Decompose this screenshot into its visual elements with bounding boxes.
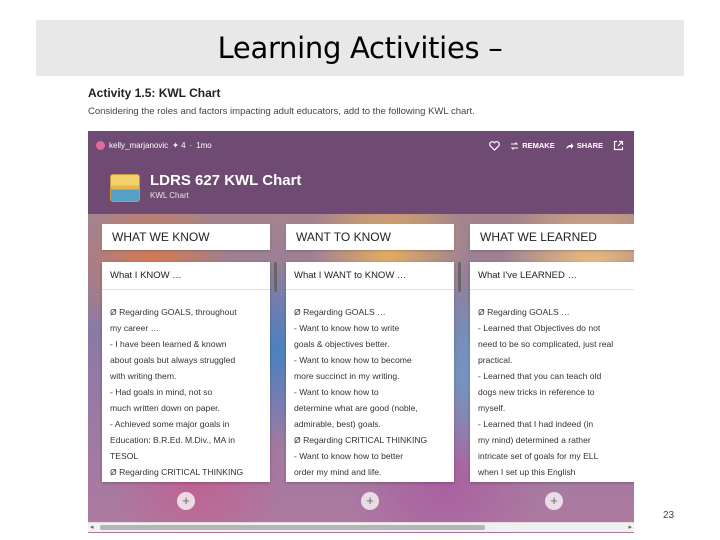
card-title: What I KNOW … — [110, 270, 182, 281]
author-name[interactable]: kelly_marjanovic — [109, 141, 168, 150]
card-line: about goals but always struggled — [110, 355, 236, 365]
board-meta: kelly_marjanovic ✦ 4 · 1mo — [96, 141, 212, 150]
meta-separator: · — [189, 141, 193, 150]
heart-icon[interactable] — [489, 140, 501, 151]
post-card-learned[interactable]: What I've LEARNED … Ø Regarding GOALS … … — [470, 262, 634, 482]
card-line: my career … — [110, 323, 160, 333]
remake-button[interactable]: REMAKE — [510, 141, 555, 150]
card-line: Ø Regarding GOALS … — [478, 307, 570, 317]
card-line: - Learned that Objectives do not — [478, 323, 601, 333]
card-line: myself. — [478, 403, 506, 413]
post-age: 1mo — [196, 141, 212, 150]
post-card-want[interactable]: What I WANT to KNOW … Ø Regarding GOALS … — [286, 262, 454, 482]
add-post-button[interactable]: + — [545, 492, 563, 510]
open-external-icon[interactable] — [613, 140, 624, 151]
card-body: Ø Regarding GOALS … - Learned that Objec… — [478, 304, 630, 480]
card-line: - Achieved some major goals in — [110, 419, 230, 429]
card-line: need to be so complicated, just real — [478, 339, 614, 349]
remake-label: REMAKE — [522, 141, 555, 150]
board-subtitle: KWL Chart — [150, 191, 189, 200]
board-actions: REMAKE SHARE — [489, 140, 624, 151]
add-post-button[interactable]: + — [177, 492, 195, 510]
card-line: more succinct in my writing. — [294, 371, 400, 381]
card-body: Ø Regarding GOALS … - Want to know how t… — [294, 304, 446, 480]
activity-title: Activity 1.5: KWL Chart — [88, 86, 221, 100]
card-line: order my mind and life. — [294, 467, 382, 477]
board-thumbnail-icon — [110, 174, 140, 202]
card-line: - Want to know how to become — [294, 355, 412, 365]
card-line: - Learned that I had indeed (in — [478, 419, 594, 429]
remake-icon — [511, 141, 519, 150]
card-line: Ø Regarding GOALS … — [294, 307, 386, 317]
card-line: when I set up this English — [478, 467, 576, 477]
card-line: my mind) determined a rather — [478, 435, 591, 445]
card-divider — [102, 289, 270, 290]
card-divider — [286, 289, 454, 290]
author-avatar[interactable] — [96, 141, 105, 150]
card-line: - I have been learned & known — [110, 339, 227, 349]
slide-title-bar: Learning Activities – — [36, 20, 684, 76]
share-icon — [565, 142, 574, 149]
card-line: - Want to know how to better — [294, 451, 404, 461]
share-label: SHARE — [576, 141, 603, 150]
card-line: dogs new tricks in reference to — [478, 387, 595, 397]
column-scrollbar[interactable] — [458, 262, 461, 292]
card-line: TESOL — [110, 451, 139, 461]
card-line: admirable, best) goals. — [294, 419, 381, 429]
slide-title: Learning Activities – — [217, 31, 503, 65]
card-line: Ø Regarding CRITICAL THINKING — [110, 467, 244, 477]
column-header-want[interactable]: WANT TO KNOW — [286, 224, 454, 250]
card-line: Ø Regarding CRITICAL THINKING — [294, 435, 428, 445]
board-header: kelly_marjanovic ✦ 4 · 1mo REMAKE SHARE … — [88, 131, 634, 214]
card-line: practical. — [478, 355, 513, 365]
column-header-know[interactable]: WHAT WE KNOW — [102, 224, 270, 250]
card-line: - Want to know how to — [294, 387, 379, 397]
column-header-learned[interactable]: WHAT WE LEARNED — [470, 224, 634, 250]
scroll-left-arrow-icon[interactable]: ◂ — [90, 523, 94, 531]
like-count: ✦ 4 — [172, 141, 186, 150]
card-line: - Want to know how to write — [294, 323, 400, 333]
padlet-board: kelly_marjanovic ✦ 4 · 1mo REMAKE SHARE … — [88, 131, 634, 533]
card-line: determine what are good (noble, — [294, 403, 418, 413]
scrollbar-thumb[interactable] — [100, 525, 485, 530]
card-line: goals & objectives better. — [294, 339, 390, 349]
card-divider — [470, 289, 634, 290]
card-line: - Learned that you can teach old — [478, 371, 602, 381]
page-number: 23 — [663, 510, 675, 521]
card-line: Education: B.R.Ed. M.Div., MA in — [110, 435, 235, 445]
add-post-button[interactable]: + — [361, 492, 379, 510]
card-line: intricate set of goals for my ELL — [478, 451, 599, 461]
post-card-know[interactable]: What I KNOW … Ø Regarding GOALS, through… — [102, 262, 270, 482]
card-line: - Had goals in mind, not so — [110, 387, 213, 397]
column-scrollbar[interactable] — [274, 262, 277, 292]
share-button[interactable]: SHARE — [565, 141, 603, 150]
board-title: LDRS 627 KWL Chart — [150, 172, 302, 189]
activity-description: Considering the roles and factors impact… — [88, 106, 475, 117]
card-title: What I WANT to KNOW … — [294, 270, 407, 281]
card-line: with writing them. — [110, 371, 177, 381]
scroll-right-arrow-icon[interactable]: ▸ — [628, 523, 632, 531]
card-line: much written down on paper. — [110, 403, 220, 413]
card-line: Ø Regarding GOALS, throughout — [110, 307, 237, 317]
card-body: Ø Regarding GOALS, throughout my career … — [110, 304, 262, 480]
card-title: What I've LEARNED … — [478, 270, 577, 281]
horizontal-scrollbar[interactable]: ◂ ▸ — [88, 522, 634, 532]
